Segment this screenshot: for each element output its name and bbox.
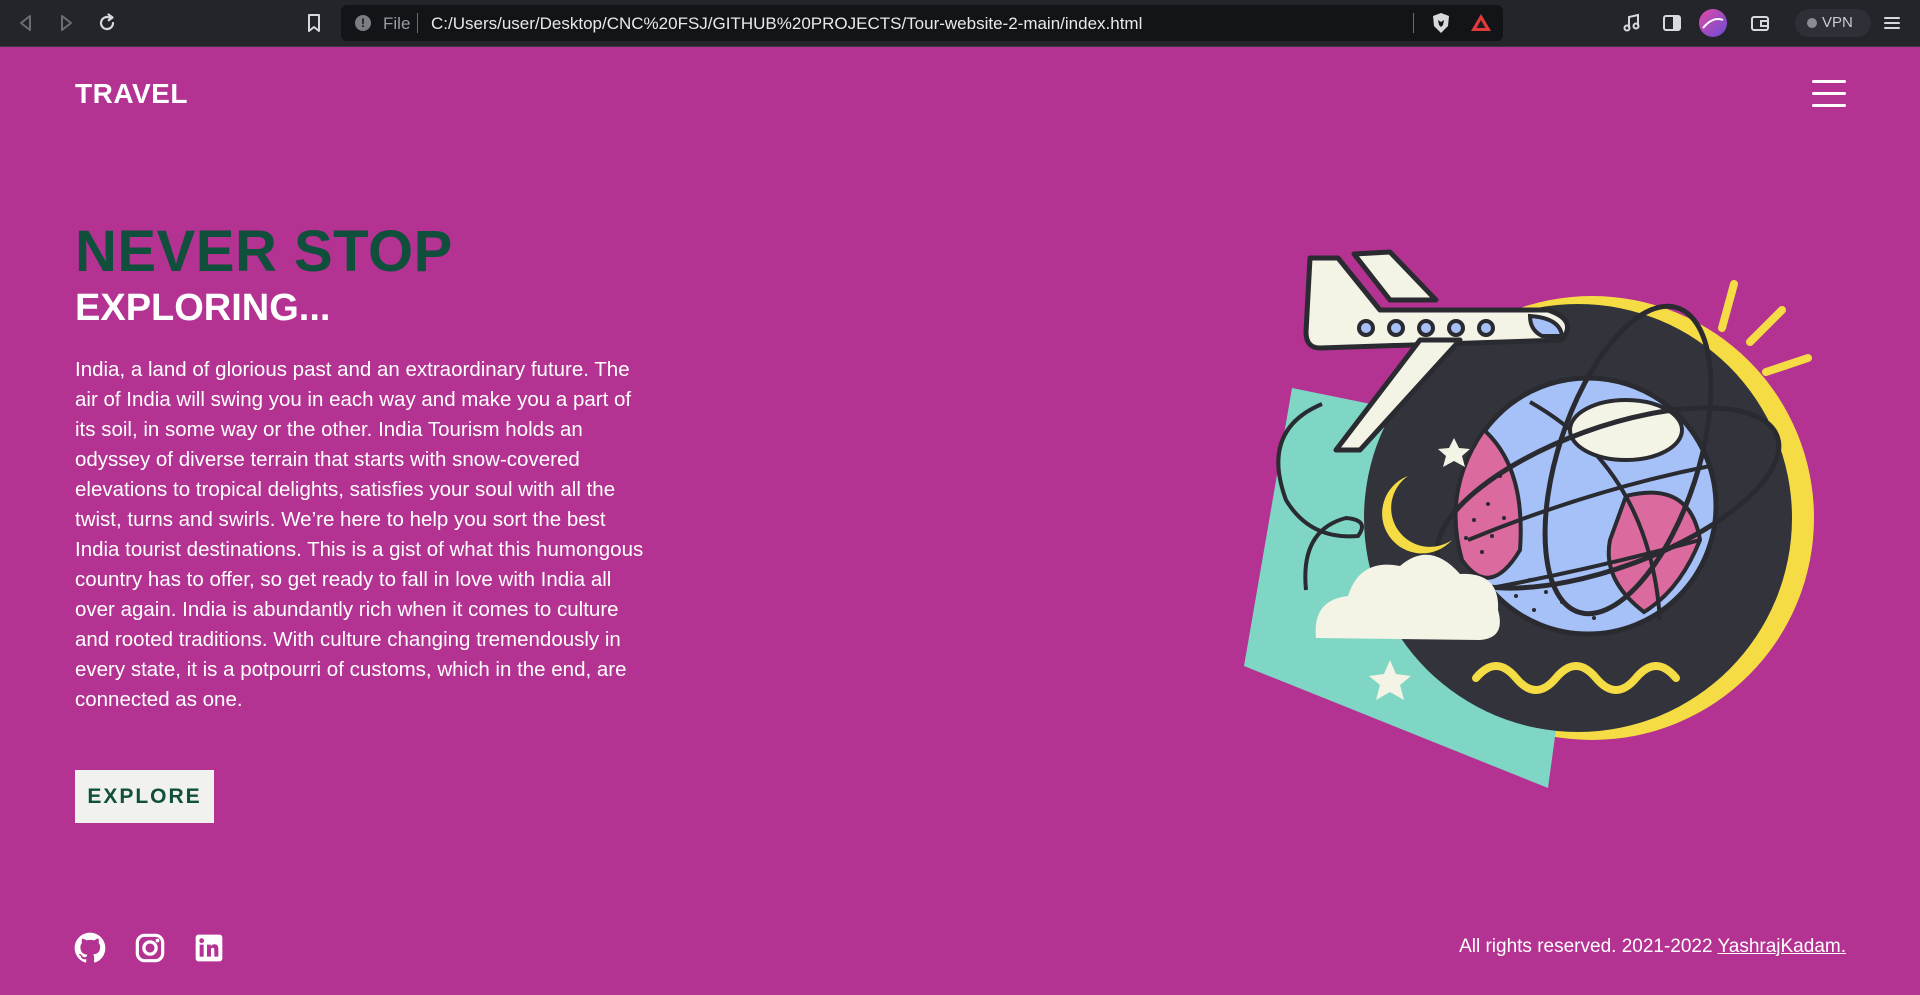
site-info-icon[interactable]: !	[355, 15, 371, 31]
address-bar[interactable]: ! File C:/Users/user/Desktop/CNC%20FSJ/G…	[341, 5, 1503, 41]
hero-title: NEVER STOP	[75, 219, 453, 284]
author-link[interactable]: YashrajKadam.	[1718, 936, 1847, 957]
hamburger-menu-icon[interactable]	[1812, 80, 1846, 110]
url-scheme: File	[383, 14, 411, 33]
address-divider	[417, 13, 418, 33]
vpn-button[interactable]: VPN	[1795, 9, 1871, 37]
sidebar-icon[interactable]	[1660, 11, 1684, 35]
hero-description: India, a land of glorious past and an ex…	[75, 358, 644, 711]
media-icon[interactable]	[1620, 11, 1644, 35]
address-divider-right	[1413, 13, 1414, 33]
site-logo[interactable]: TRAVEL	[75, 78, 188, 110]
hero-subtitle: EXPLORING...	[75, 287, 331, 329]
brave-shield-icon[interactable]	[1429, 11, 1453, 35]
copyright-text: All rights reserved. 2021-2022	[1459, 936, 1713, 957]
wallet-icon[interactable]	[1748, 11, 1772, 35]
profile-avatar-icon[interactable]	[1698, 8, 1728, 38]
forward-icon[interactable]	[54, 11, 78, 35]
browser-menu-icon[interactable]	[1880, 11, 1904, 35]
url-text[interactable]: C:/Users/user/Desktop/CNC%20FSJ/GITHUB%2…	[431, 14, 1142, 34]
back-icon[interactable]	[14, 11, 38, 35]
reload-icon[interactable]	[95, 11, 119, 35]
vpn-status-icon	[1807, 18, 1817, 28]
vpn-label: VPN	[1822, 14, 1853, 31]
footer-copyright: All rights reserved. 2021-2022 YashrajKa…	[1459, 936, 1846, 958]
github-icon[interactable]	[74, 932, 106, 964]
browser-toolbar: ! File C:/Users/user/Desktop/CNC%20FSJ/G…	[0, 0, 1920, 47]
instagram-icon[interactable]	[134, 932, 166, 964]
linkedin-icon[interactable]	[193, 932, 225, 964]
brave-rewards-icon[interactable]	[1469, 11, 1493, 35]
travel-illustration	[1244, 249, 1814, 788]
bookmark-icon[interactable]	[302, 11, 326, 35]
explore-button[interactable]: EXPLORE	[75, 770, 214, 823]
